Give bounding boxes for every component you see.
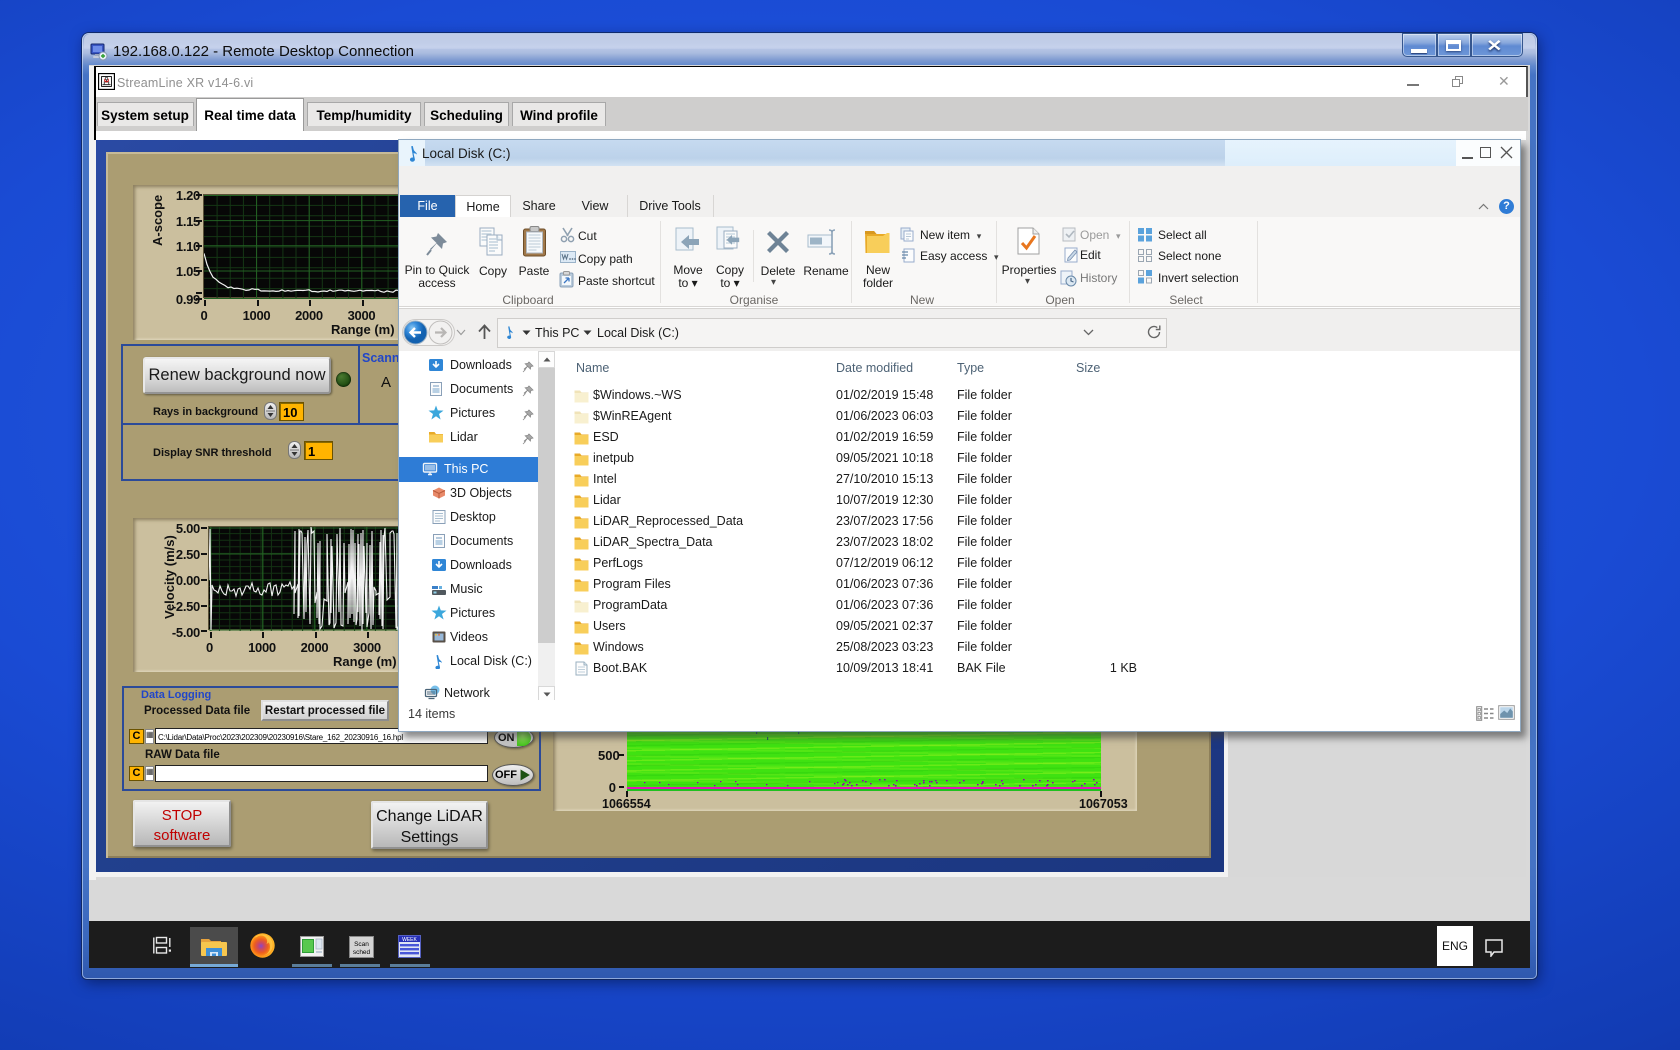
svg-text:WEEK: WEEK: [402, 937, 417, 943]
